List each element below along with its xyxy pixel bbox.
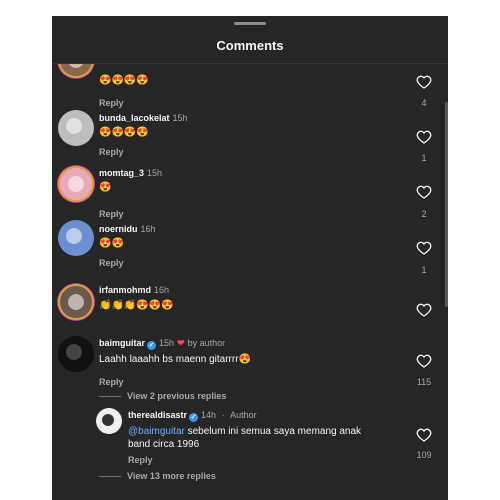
view-more-replies-label: View 13 more replies	[127, 471, 216, 481]
reply-button[interactable]: Reply	[99, 209, 124, 219]
like-count: 2	[421, 209, 427, 219]
avatar[interactable]	[58, 64, 94, 78]
avatar[interactable]	[58, 166, 94, 202]
like-count: 4	[421, 98, 427, 108]
heart-outline-icon[interactable]	[416, 302, 432, 318]
like-count: 1	[421, 153, 427, 163]
reply-button[interactable]: Reply	[99, 377, 124, 387]
timestamp: 16h	[140, 224, 156, 234]
comment-list[interactable]: 😍😍😍😍 Reply 4 bunda_lacokelat 15h 😍😍😍😍 Rep…	[52, 64, 448, 500]
scrollbar[interactable]	[445, 102, 448, 307]
avatar[interactable]	[58, 110, 94, 146]
comment-text: 😍	[99, 182, 112, 193]
comment-header: irfanmohmd 16h	[99, 285, 169, 295]
verified-badge-icon: ✓	[189, 413, 199, 422]
reply-button[interactable]: Reply	[99, 98, 124, 108]
reply-button[interactable]: Reply	[99, 258, 124, 268]
like-count: 109	[416, 450, 432, 460]
heart-outline-icon[interactable]	[416, 353, 432, 369]
heart-outline-icon[interactable]	[416, 74, 432, 90]
comment-text: Laahh laaahh bs maenn gitarrrr😍	[99, 354, 251, 365]
comment-header: noernidu 16h	[99, 224, 156, 234]
timestamp: 15h	[159, 338, 175, 348]
comment-header: baimguitar ✓ 15h ❤ by author	[99, 338, 225, 350]
comments-sheet: Comments 😍😍😍😍 Reply 4 bunda_lacokelat 15h…	[52, 16, 448, 500]
verified-badge-icon: ✓	[147, 341, 157, 350]
username[interactable]: therealdisastr	[128, 410, 187, 420]
comment-header: momtag_3 15h	[99, 168, 162, 178]
red-heart-icon: ❤	[177, 338, 185, 348]
comment-text: 😍😍	[99, 238, 124, 249]
heart-outline-icon[interactable]	[416, 184, 432, 200]
timestamp: 14h	[201, 410, 217, 420]
username[interactable]: momtag_3	[99, 168, 144, 178]
comment-text: 👏👏👏😍😍😍	[99, 300, 174, 311]
drag-handle[interactable]	[234, 22, 266, 25]
view-previous-replies-button[interactable]: View 2 previous replies	[99, 391, 226, 401]
timestamp: 16h	[154, 285, 170, 295]
comment-header: bunda_lacokelat 15h	[99, 113, 188, 123]
comment-text: 😍😍😍😍	[99, 75, 149, 86]
sheet-title: Comments	[216, 38, 284, 53]
heart-outline-icon[interactable]	[416, 240, 432, 256]
timestamp: 15h	[147, 168, 163, 178]
view-previous-replies-label: View 2 previous replies	[127, 391, 227, 401]
timestamp: 15h	[172, 113, 188, 123]
heart-outline-icon[interactable]	[416, 427, 432, 443]
reply-header: therealdisastr ✓ 14h · Author	[128, 410, 257, 422]
avatar[interactable]	[58, 336, 94, 372]
like-count: 1	[421, 265, 427, 275]
reply-button[interactable]: Reply	[99, 147, 124, 157]
username[interactable]: baimguitar	[99, 338, 145, 348]
username[interactable]: irfanmohmd	[99, 285, 151, 295]
avatar[interactable]	[58, 284, 94, 320]
username[interactable]: bunda_lacokelat	[99, 113, 170, 123]
username[interactable]: noernidu	[99, 224, 138, 234]
view-more-replies-button[interactable]: View 13 more replies	[99, 471, 216, 481]
heart-outline-icon[interactable]	[416, 129, 432, 145]
avatar[interactable]	[58, 220, 94, 256]
comment-text: 😍😍😍😍	[99, 127, 149, 138]
like-count: 115	[416, 377, 432, 387]
avatar[interactable]	[96, 408, 122, 434]
reply-text: @baimguitar sebelum ini semua saya meman…	[128, 425, 378, 451]
mention-link[interactable]: @baimguitar	[128, 426, 185, 437]
author-label: Author	[230, 410, 257, 420]
author-like-byline: by author	[187, 338, 226, 348]
reply-button[interactable]: Reply	[128, 455, 153, 465]
